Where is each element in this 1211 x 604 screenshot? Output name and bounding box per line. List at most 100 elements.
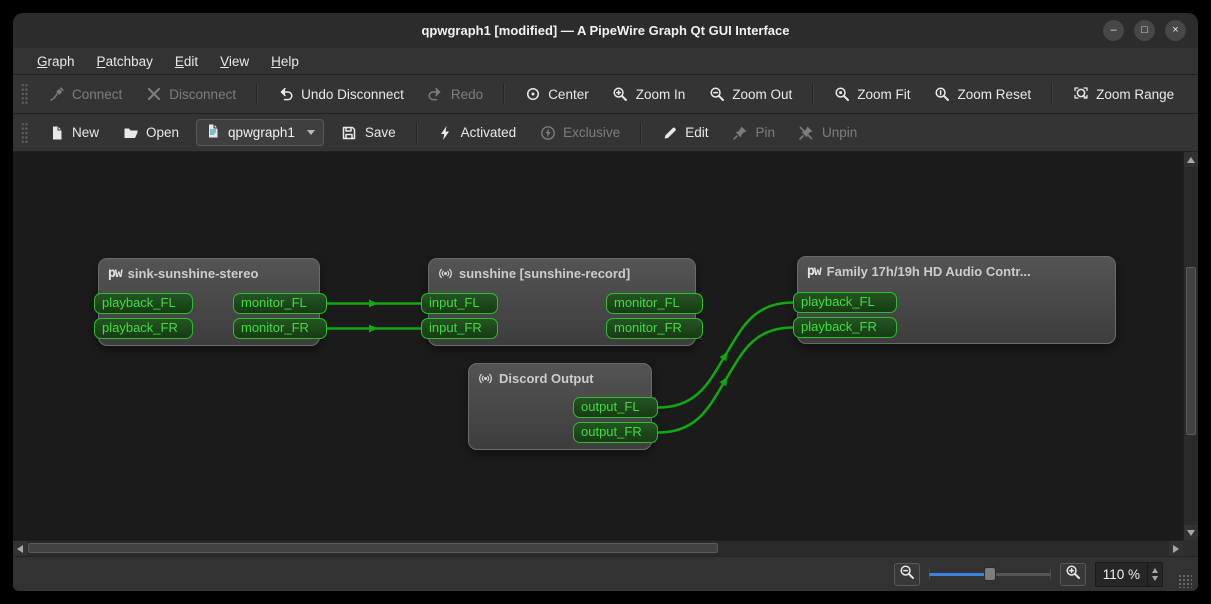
toolbar-button-activated[interactable]: Activated [428,120,526,145]
graph-viewport[interactable]: pw sink-sunshine-stereo playback_FL playbac… [13,152,1183,540]
toolbar-handle[interactable] [21,121,28,144]
port-family-audio-playback_FL[interactable]: playback_FL [793,292,897,313]
port-sunshine-input_FL[interactable]: input_FL [421,293,498,314]
minimize-button[interactable]: – [1103,20,1124,41]
center-icon [524,86,541,103]
vertical-scroll-thumb[interactable] [1186,267,1196,435]
toolbar-button-save[interactable]: Save [332,120,405,145]
spin-down-icon [1152,575,1158,581]
toolbar-button-open[interactable]: Open [113,120,188,145]
resize-grip[interactable] [1178,574,1192,588]
toolbar-separator [256,83,258,105]
menu-help[interactable]: Help [261,51,309,72]
menu-graph[interactable]: Graph [27,51,85,72]
toolbar-button-zoom-range[interactable]: Zoom Range [1063,82,1183,107]
patchbay-profile-combobox[interactable]: qpwgraph1 [196,119,324,146]
toolbar-button-pin: Pin [722,120,784,145]
port-sink-sunshine-stereo-monitor_FR[interactable]: monitor_FR [233,318,327,339]
zoom-value: 110 % [1102,566,1140,582]
toolbar-label-zoom-fit: Zoom Fit [857,86,911,102]
toolbar-label-pin: Pin [755,125,775,140]
port-sunshine-monitor_FL[interactable]: monitor_FL [606,293,703,314]
vertical-scrollbar[interactable] [1183,152,1198,540]
slider-fill [928,573,990,576]
port-family-audio-playback_FR[interactable]: playback_FR [793,317,897,338]
chevron-down-icon [306,130,315,135]
toolbar-label-zoom-range: Zoom Range [1096,86,1175,102]
maximize-button[interactable]: □ [1134,20,1155,41]
horizontal-scrollbar[interactable] [13,540,1183,556]
menu-patchbay[interactable]: Patchbay [87,51,163,72]
redo-icon [427,86,444,103]
toolbar-label-center: Center [548,86,589,102]
spinbox-arrows[interactable] [1147,562,1162,586]
horizontal-scroll-thumb[interactable] [28,543,718,553]
disconnect-icon [145,86,162,103]
zoom-in-button[interactable] [1059,562,1086,586]
port-discord-output-output_FR[interactable]: output_FR [573,422,658,443]
toolbar-button-undo-disconnect[interactable]: Undo Disconnect [268,82,413,107]
toolbar-button-zoom-reset[interactable]: Zoom Reset [925,82,1041,107]
zoom-out-icon [708,86,725,103]
toolbar-separator [640,121,642,144]
toolbar-separator [1051,83,1053,105]
combobox-value: qpwgraph1 [228,125,295,140]
open-folder-icon [122,124,139,141]
toolbar-label-disconnect: Disconnect [169,86,237,102]
scroll-down-icon [1187,529,1195,536]
scroll-right-icon [1173,544,1179,553]
toolbar-button-exclusive: Exclusive [530,120,629,145]
menu-edit[interactable]: Edit [165,51,208,72]
connection-wires [327,299,794,434]
scroll-left-icon [17,544,23,553]
menu-view[interactable]: View [210,51,259,72]
close-button[interactable]: × [1165,20,1186,41]
scroll-up-button[interactable] [1184,152,1198,167]
zoom-slider[interactable] [928,566,1051,582]
toolbar-button-redo: Redo [418,82,492,107]
toolbar-label-open: Open [146,125,180,140]
toolbar-label-unpin: Unpin [821,125,858,140]
scroll-right-button[interactable] [1169,541,1183,556]
zoom-fit-icon [833,86,850,103]
toolbar-separator [503,83,505,105]
toolbar-label-zoom-reset: Zoom Reset [957,86,1032,102]
port-discord-output-output_FL[interactable]: output_FL [573,397,658,418]
toolbar-handle[interactable] [21,83,28,105]
toolbar-button-zoom-fit[interactable]: Zoom Fit [824,82,919,107]
zoom-spinbox[interactable]: 110 % [1094,561,1163,587]
connection-discord-output-output_FR--family-audio-playback_FR[interactable] [657,326,794,434]
scroll-left-button[interactable] [13,541,27,556]
spin-up-icon [1152,567,1158,573]
toolbar-separator [415,121,417,144]
scroll-up-icon [1187,156,1195,163]
port-sink-sunshine-stereo-monitor_FL[interactable]: monitor_FL [233,293,327,314]
toolbar-label-connect: Connect [72,86,123,102]
toolbar-button-new[interactable]: New [39,120,108,145]
port-sink-sunshine-stereo-playback_FL[interactable]: playback_FL [94,293,193,314]
toolbar-label-zoom-out: Zoom Out [732,86,793,102]
toolbar-label-save: Save [364,125,396,140]
port-sunshine-input_FR[interactable]: input_FR [421,318,498,339]
port-sink-sunshine-stereo-playback_FR[interactable]: playback_FR [94,318,193,339]
toolbar-label-edit: Edit [685,125,709,140]
scrollbar-corner [1183,540,1198,556]
port-sunshine-monitor_FR[interactable]: monitor_FR [606,318,703,339]
scroll-down-button[interactable] [1184,525,1198,540]
menubar: Graph Patchbay Edit View Help [13,48,1198,74]
toolbar-button-edit[interactable]: Edit [652,120,717,145]
zoom-out-button[interactable] [893,562,920,586]
toolbar-graph: Connect Disconnect Undo Disconnect Redo Cent… [13,74,1198,113]
toolbar-button-zoom-in[interactable]: Zoom In [603,82,695,107]
toolbar-label-redo: Redo [450,86,484,102]
toolbar-button-zoom-out[interactable]: Zoom Out [699,82,801,107]
app-window: qpwgraph1 [modified] — A PipeWire Graph … [13,13,1198,591]
save-icon [341,124,358,141]
toolbar-button-center[interactable]: Center [515,82,598,107]
zoom-reset-icon [934,86,951,103]
slider-handle[interactable] [983,567,996,581]
connect-icon [48,86,65,103]
zoom-out-icon [899,564,915,585]
toolbar-label-new: New [72,125,100,140]
unpin-icon [798,124,815,141]
